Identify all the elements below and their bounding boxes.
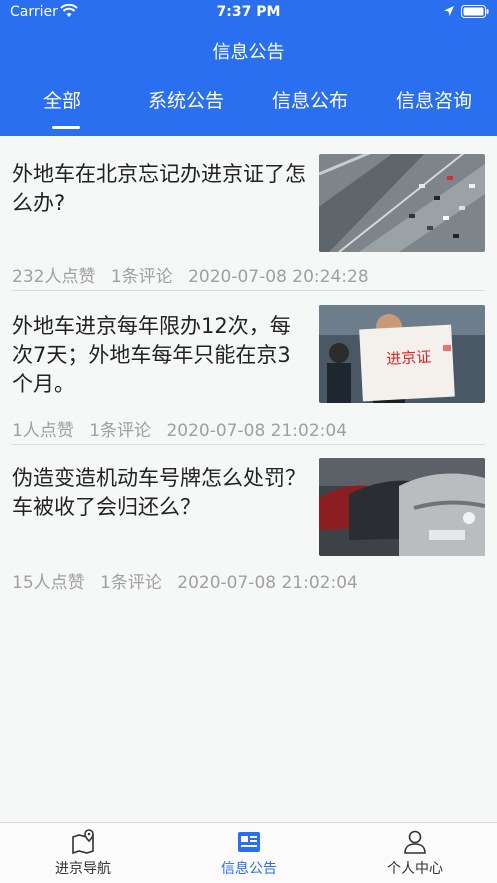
- active-tab-indicator: [52, 126, 80, 129]
- article-item-3[interactable]: 伪造变造机动车号牌怎么处罚？车被收了会归还么？ 15人点赞 1条评论 2020-…: [12, 458, 485, 594]
- tab-info-publish[interactable]: 信息公布: [248, 86, 372, 113]
- tab-info-consult[interactable]: 信息咨询: [372, 86, 496, 113]
- divider: [12, 444, 485, 445]
- status-time: 7:37 PM: [216, 4, 281, 20]
- person-icon: [404, 830, 426, 854]
- article-title: 伪造变造机动车号牌怎么处罚？车被收了会归还么？: [12, 466, 306, 519]
- article-meta: 1人点赞 1条评论 2020-07-08 21:02:04: [12, 416, 357, 441]
- article-meta: 15人点赞 1条评论 2020-07-08 21:02:04: [12, 568, 368, 593]
- tab-all[interactable]: 全部: [0, 86, 124, 113]
- article-thumbnail-permit: 进京证: [319, 305, 485, 403]
- article-title: 外地车在北京忘记办进京证了怎么办?: [12, 162, 306, 215]
- tab-system-notice[interactable]: 系统公告: [124, 86, 248, 113]
- comment-count: 1条评论: [89, 421, 152, 441]
- article-thumbnail-highway: [319, 154, 485, 252]
- article-thumbnail-cars: [319, 458, 485, 556]
- map-pin-icon: [72, 829, 94, 855]
- tabbar-label: 信息公告: [221, 861, 277, 877]
- tabbar-item-profile[interactable]: 个人中心: [332, 829, 497, 878]
- comment-count: 1条评论: [110, 267, 173, 287]
- tabbar-item-notices[interactable]: 信息公告: [166, 829, 332, 878]
- bottom-tab-bar: 进京导航 信息公告 个人中心: [0, 822, 497, 883]
- location-arrow-icon: [444, 6, 454, 16]
- battery-icon: [461, 5, 489, 18]
- like-count: 1人点赞: [12, 421, 74, 441]
- app-header: Carrier 7:37 PM 信息公告 全部 系统公告 信息公布 信息咨询: [0, 0, 497, 136]
- permit-text: 进京证: [386, 348, 432, 368]
- status-bar: Carrier 7:37 PM: [0, 0, 497, 26]
- article-title: 外地车进京每年限办12次，每次7天；外地车每年只能在京3个月。: [12, 314, 291, 396]
- tabbar-label: 进京导航: [55, 861, 111, 877]
- tabbar-label: 个人中心: [387, 861, 443, 877]
- publish-time: 2020-07-08 21:02:04: [177, 573, 358, 593]
- like-count: 15人点赞: [12, 573, 85, 593]
- divider: [12, 290, 485, 291]
- article-item-1[interactable]: 外地车在北京忘记办进京证了怎么办? 232人点赞 1条评论 2020-07-08…: [12, 154, 485, 288]
- like-count: 232人点赞: [12, 267, 96, 287]
- page-title: 信息公告: [212, 42, 285, 63]
- publish-time: 2020-07-08 21:02:04: [166, 421, 348, 441]
- publish-time: 2020-07-08 20:24:28: [188, 267, 369, 287]
- article-meta: 232人点赞 1条评论 2020-07-08 20:24:28: [12, 262, 379, 287]
- article-item-2[interactable]: 外地车进京每年限办12次，每次7天；外地车每年只能在京3个月。 进京证 1人点赞…: [12, 305, 485, 442]
- tabbar-item-navigation[interactable]: 进京导航: [0, 829, 166, 878]
- comment-count: 1条评论: [100, 573, 162, 593]
- news-icon: [238, 832, 260, 852]
- category-tabs: 全部 系统公告 信息公布 信息咨询: [0, 86, 497, 130]
